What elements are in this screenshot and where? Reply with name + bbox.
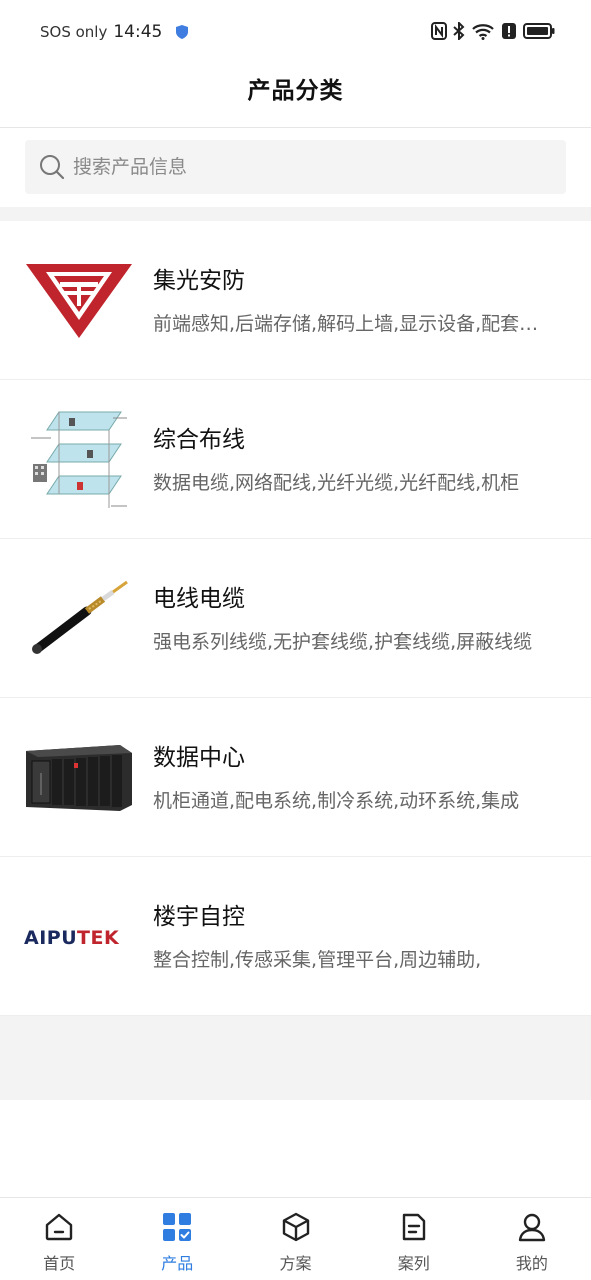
nav-item-products[interactable]: 产品 — [118, 1198, 236, 1280]
list-footer-spacer — [0, 1016, 591, 1100]
nav-label: 方案 — [279, 1254, 312, 1273]
nav-label: 案列 — [397, 1254, 430, 1273]
svg-text:AIPU: AIPU — [24, 927, 77, 949]
cabling-diagram-icon — [31, 411, 127, 508]
category-thumbnail — [24, 261, 134, 341]
category-name: 数据中心 — [153, 745, 245, 771]
page-title: 产品分类 — [247, 78, 344, 104]
category-name: 电线电缆 — [153, 586, 245, 612]
svg-text:TEK: TEK — [77, 927, 120, 949]
category-item-security[interactable]: 集光安防 前端感知,后端存储,解码上墙,显示设备,配套设备 — [0, 221, 591, 380]
category-item-cable[interactable]: 电线电缆 强电系列线缆,无护套线缆,护套线缆,屏蔽线缆 — [0, 539, 591, 698]
category-item-building-automation[interactable]: AIPU TEK 楼宇自控 整合控制,传感采集,管理平台,周边辅助, — [0, 857, 591, 1016]
status-bar: SOS only 14:45 — [0, 0, 591, 66]
carrier-text: SOS only — [40, 23, 108, 41]
category-list: 集光安防 前端感知,后端存储,解码上墙,显示设备,配套设备 综合布线 数据电缆,… — [0, 221, 591, 1016]
app-header: 产品分类 — [0, 66, 591, 128]
category-desc: 整合控制,传感采集,管理平台,周边辅助, — [153, 949, 482, 971]
nav-label: 首页 — [43, 1254, 76, 1273]
clock: 14:45 — [113, 22, 163, 42]
category-desc: 机柜通道,配电系统,制冷系统,动环系统,集成 — [153, 790, 520, 812]
datacenter-rack-icon — [26, 745, 132, 811]
cube-icon — [282, 1212, 309, 1242]
alert-icon — [502, 23, 516, 39]
category-name: 综合布线 — [153, 427, 245, 453]
home-icon — [45, 1213, 73, 1241]
status-right — [431, 22, 555, 40]
category-desc: 数据电缆,网络配线,光纤光缆,光纤配线,机柜 — [153, 472, 520, 494]
nav-item-profile[interactable]: 我的 — [473, 1198, 591, 1280]
category-thumbnail — [24, 411, 134, 508]
category-thumbnail — [24, 738, 134, 818]
status-left: SOS only 14:45 — [40, 22, 189, 42]
grid-icon — [163, 1213, 192, 1241]
nav-item-cases[interactable]: 案列 — [355, 1198, 473, 1280]
category-item-datacenter[interactable]: 数据中心 机柜通道,配电系统,制冷系统,动环系统,集成 — [0, 698, 591, 857]
search-bar[interactable] — [25, 140, 566, 194]
bluetooth-icon — [453, 22, 465, 40]
category-desc: 强电系列线缆,无护套线缆,护套线缆,屏蔽线缆 — [153, 631, 533, 653]
document-icon — [402, 1213, 425, 1241]
category-thumbnail: AIPU TEK — [24, 897, 134, 977]
section-divider — [0, 207, 591, 221]
search-input[interactable] — [73, 156, 543, 178]
wifi-icon — [472, 24, 494, 40]
category-desc: 前端感知,后端存储,解码上墙,显示设备,配套设备 — [153, 313, 553, 335]
category-thumbnail — [24, 579, 134, 659]
search-icon — [40, 155, 65, 180]
battery-icon — [523, 23, 555, 39]
shield-icon — [176, 25, 189, 39]
category-name: 楼宇自控 — [153, 904, 245, 930]
category-item-cabling[interactable]: 综合布线 数据电缆,网络配线,光纤光缆,光纤配线,机柜 — [0, 380, 591, 539]
brand-logo-icon — [26, 264, 132, 338]
nav-item-home[interactable]: 首页 — [0, 1198, 118, 1280]
nav-label: 我的 — [515, 1254, 548, 1273]
nfc-icon — [431, 22, 447, 40]
nav-item-solutions[interactable]: 方案 — [236, 1198, 354, 1280]
aiputek-logo-icon: AIPU TEK — [24, 927, 120, 949]
user-icon — [518, 1213, 546, 1242]
nav-label: 产品 — [161, 1254, 194, 1273]
bottom-nav: 首页 产品 方案 案列 我的 — [0, 1197, 591, 1280]
cable-icon — [32, 580, 128, 654]
category-name: 集光安防 — [153, 268, 245, 294]
